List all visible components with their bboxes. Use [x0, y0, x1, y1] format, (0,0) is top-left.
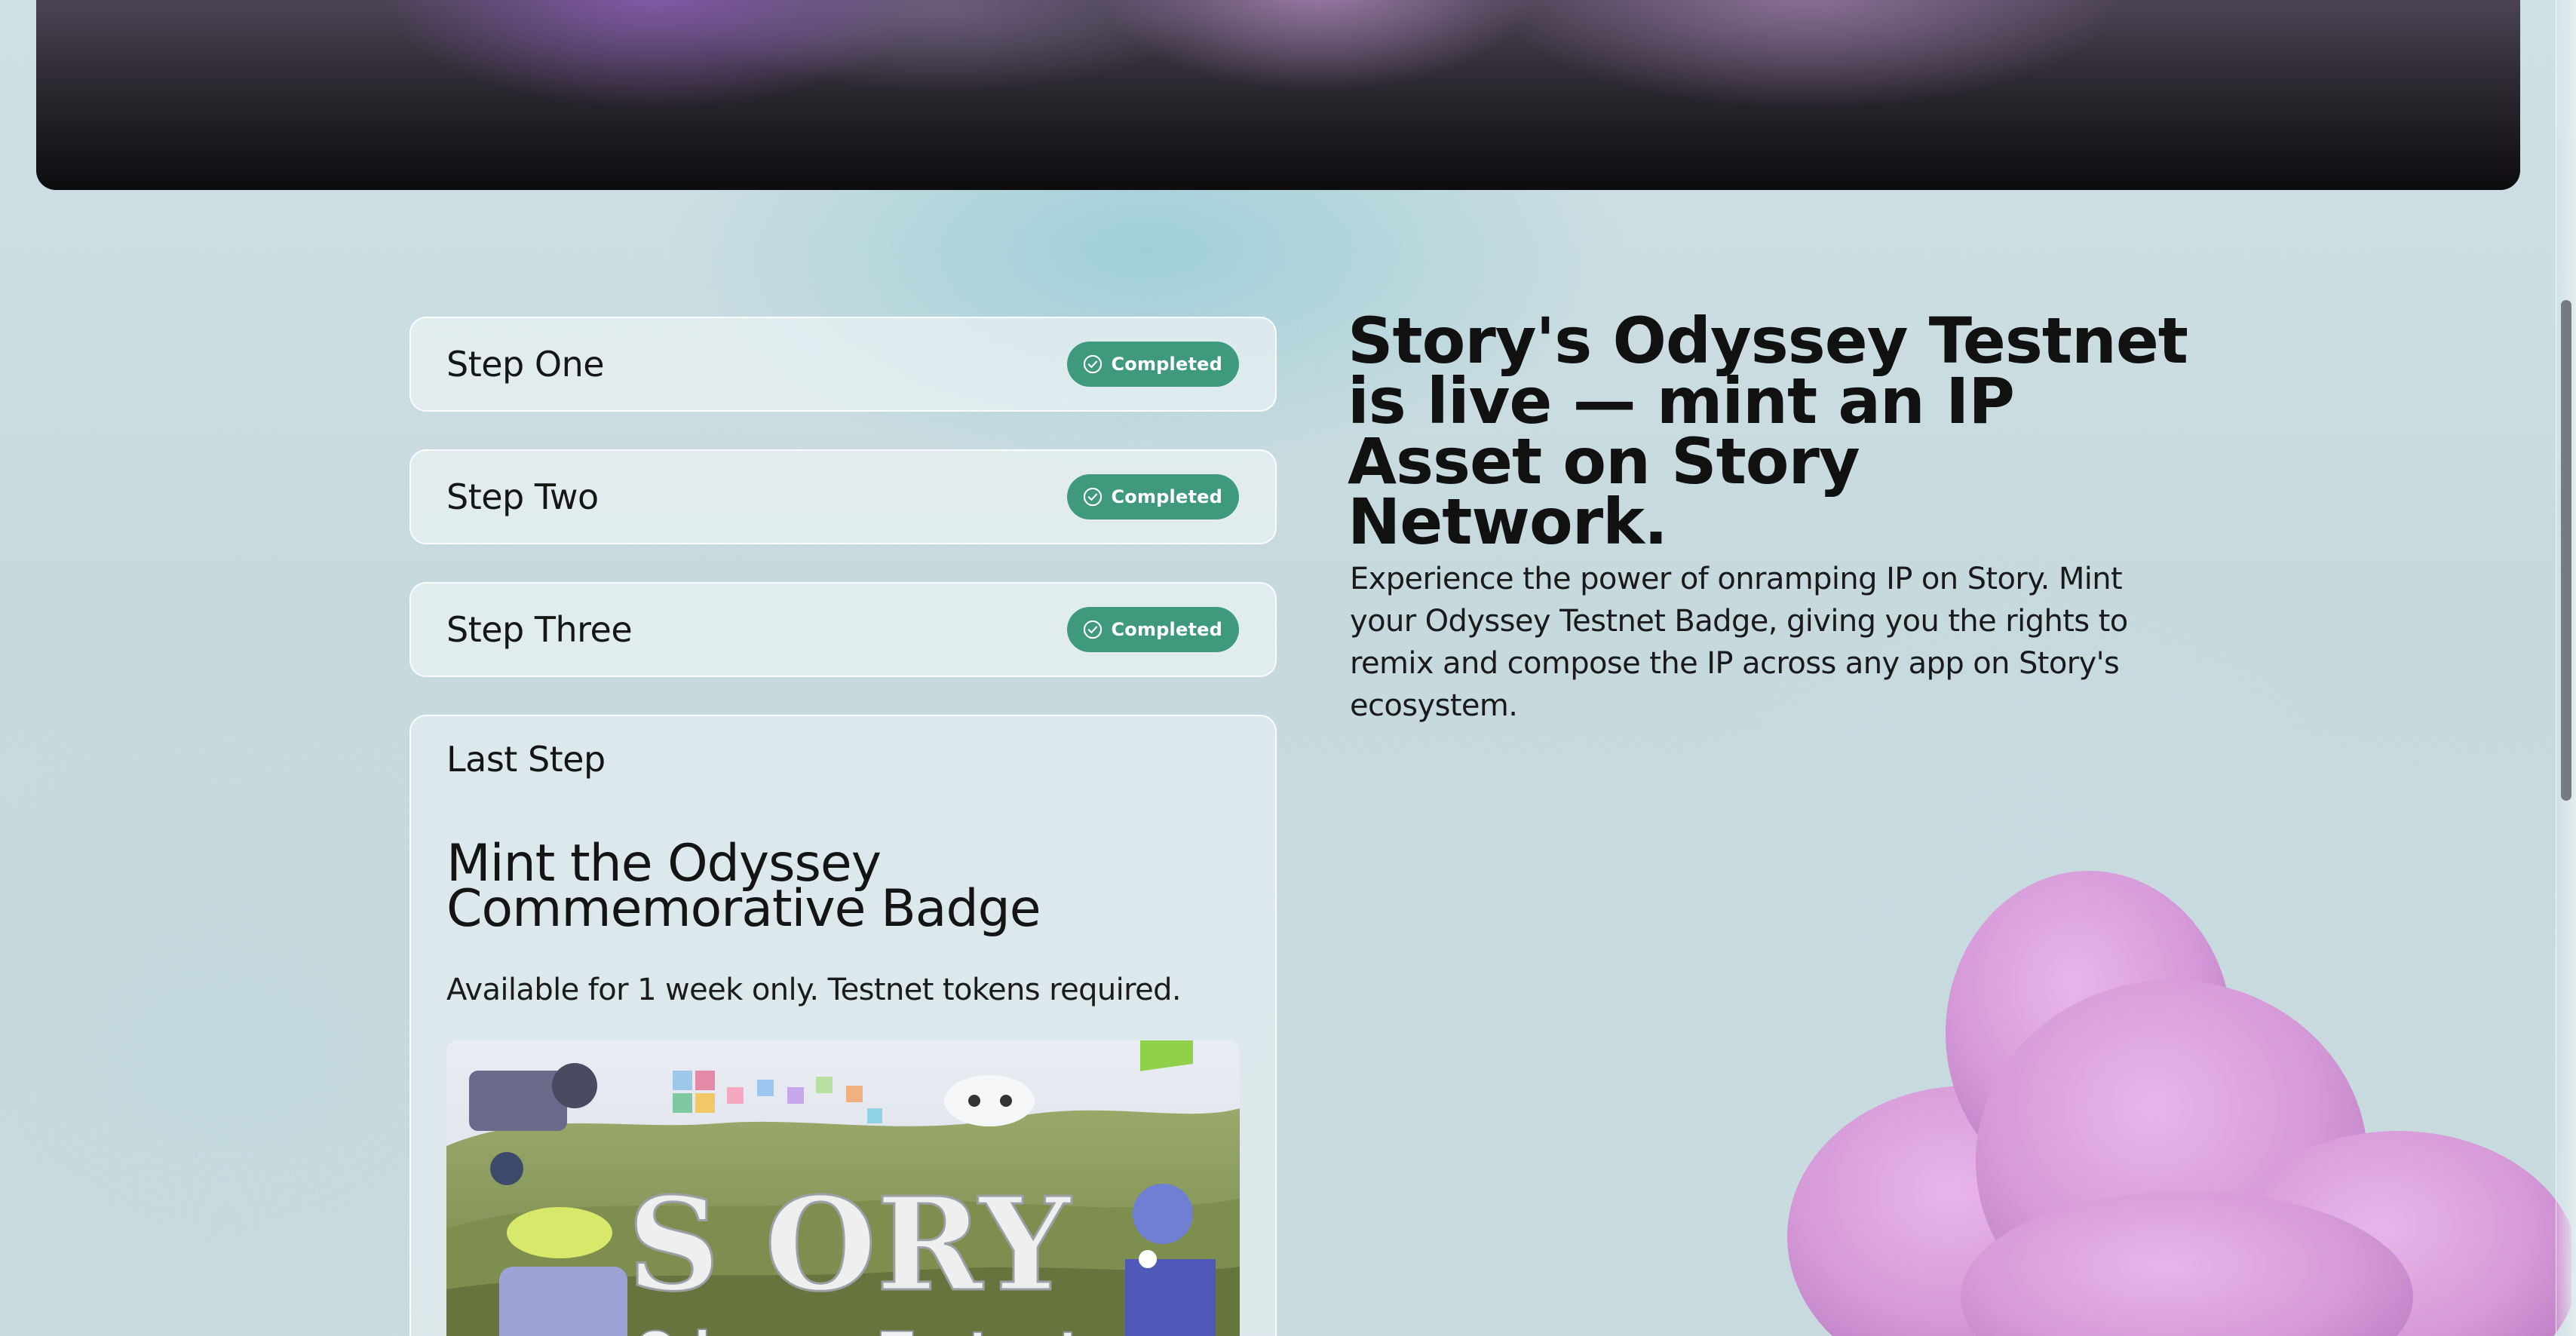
last-step-label: Last Step	[446, 739, 606, 780]
check-circle-icon	[1084, 487, 1102, 507]
step-title: Step Two	[446, 476, 599, 517]
mint-badge-title: Mint the Odyssey Commemorative Badge	[446, 834, 1041, 939]
status-badge: Completed	[1067, 474, 1239, 519]
hero-banner-image	[36, 0, 2520, 190]
scrollbar-thumb[interactable]	[2561, 300, 2571, 801]
page-scrollbar[interactable]	[2556, 0, 2576, 1336]
status-badge-label: Completed	[1111, 619, 1222, 640]
last-step-card: Last Step Mint the Odyssey Commemorative…	[409, 715, 1277, 1336]
pink-cloud-decoration	[1787, 871, 2571, 1336]
art-subtitle-text: Odyssey Testnet	[635, 1322, 1081, 1336]
check-circle-icon	[1084, 620, 1102, 639]
step-title: Step One	[446, 344, 605, 385]
odyssey-badge-image: S ORY Odyssey Testnet	[446, 1040, 1240, 1336]
step-card-one[interactable]: Step One Completed	[409, 317, 1277, 412]
check-circle-icon	[1084, 354, 1102, 374]
page-headline: Story's Odyssey Testnet is live — mint a…	[1348, 304, 2188, 559]
step-card-three[interactable]: Step Three Completed	[409, 582, 1277, 677]
step-title: Step Three	[446, 609, 633, 650]
step-card-two[interactable]: Step Two Completed	[409, 449, 1277, 544]
art-title-text: S ORY	[627, 1169, 1072, 1320]
intro-paragraph: Experience the power of onramping IP on …	[1350, 562, 2128, 723]
status-badge-label: Completed	[1111, 486, 1222, 507]
status-badge: Completed	[1067, 342, 1239, 387]
mint-badge-subtitle: Available for 1 week only. Testnet token…	[446, 973, 1182, 1007]
status-badge-label: Completed	[1111, 354, 1222, 375]
status-badge: Completed	[1067, 607, 1239, 652]
